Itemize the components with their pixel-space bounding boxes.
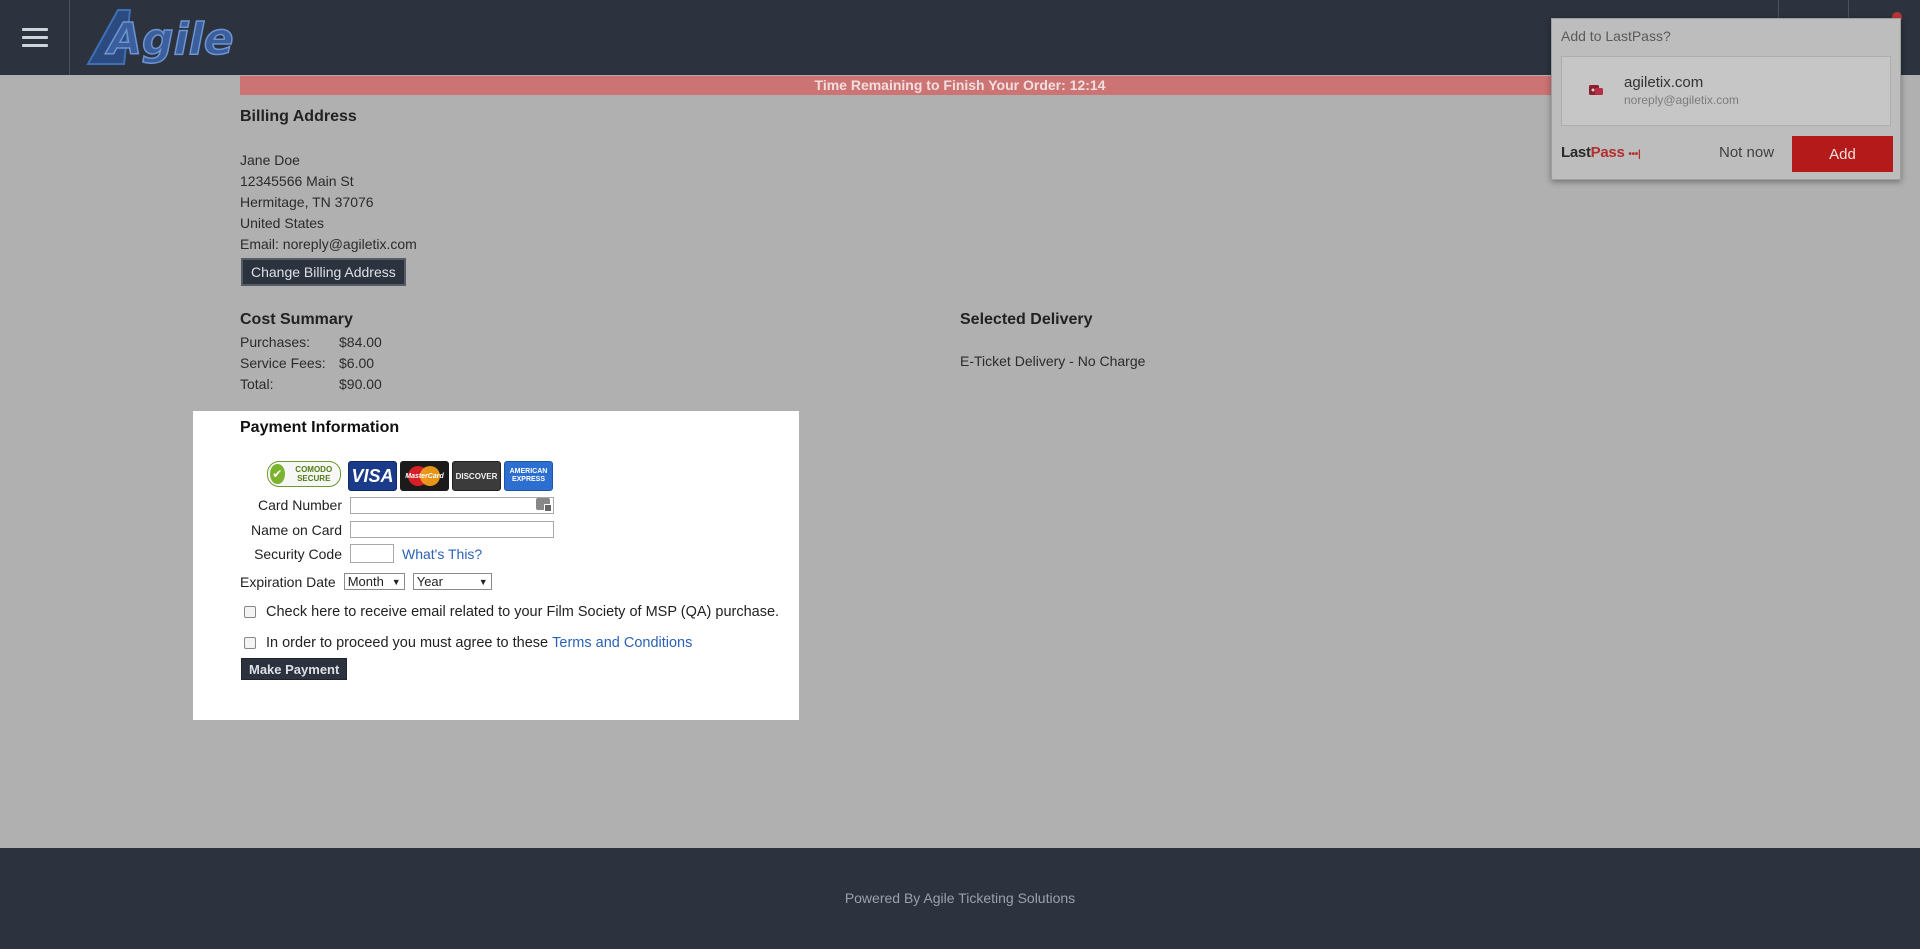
whats-this-link[interactable]: What's This? — [402, 546, 482, 562]
agile-logo[interactable]: Agile — [80, 4, 240, 70]
lastpass-add-button[interactable]: Add — [1792, 136, 1893, 172]
email-opt-in-label: Check here to receive email related to y… — [266, 604, 780, 620]
billing-name: Jane Doe — [240, 152, 300, 168]
cost-row: Total: $90.00 — [240, 374, 382, 395]
comodo-badge-text: COMODO SECURE — [295, 465, 333, 483]
lastpass-site: agiletix.com — [1624, 74, 1704, 91]
lastpass-save-popup: Add to LastPass? agiletix.com noreply@ag… — [1551, 18, 1901, 180]
cost-row: Purchases: $84.00 — [240, 332, 382, 353]
lastpass-logo: LastPass •••| — [1561, 144, 1641, 161]
site-favicon-icon — [1589, 85, 1603, 95]
page-footer: Powered By Agile Ticketing Solutions — [0, 848, 1920, 949]
cost-value: $90.00 — [339, 376, 382, 392]
cost-value: $84.00 — [339, 334, 382, 350]
email-opt-in-row: Check here to receive email related to y… — [244, 604, 779, 620]
billing-address-title: Billing Address — [240, 108, 357, 125]
footer-powered-by: Powered By Agile Ticketing Solutions — [844, 890, 1076, 906]
payment-information-title: Payment Information — [240, 419, 400, 436]
lastpass-entry[interactable]: agiletix.com noreply@agiletix.com — [1561, 56, 1891, 126]
billing-country: United States — [240, 215, 325, 231]
expiration-date-label: Expiration Date — [240, 573, 336, 590]
cost-value: $6.00 — [339, 355, 375, 371]
security-code-input[interactable] — [350, 544, 394, 563]
cost-summary-title: Cost Summary — [240, 311, 353, 328]
hamburger-menu-icon[interactable] — [0, 0, 70, 75]
name-on-card-row: Name on Card — [240, 521, 554, 538]
lastpass-username: noreply@agiletix.com — [1624, 93, 1739, 107]
cost-label: Service Fees: — [240, 355, 326, 371]
card-number-input[interactable] — [350, 496, 554, 514]
expiration-month-select[interactable]: Month ▼ — [343, 573, 405, 590]
change-billing-address-button[interactable]: Change Billing Address — [241, 258, 406, 286]
card-number-wrap — [350, 496, 554, 514]
cost-summary-table: Purchases: $84.00 Service Fees: $6.00 To… — [240, 332, 382, 395]
terms-label: In order to proceed you must agree to th… — [266, 635, 549, 651]
terms-and-conditions-link[interactable]: Terms and Conditions — [552, 635, 692, 651]
billing-city: Hermitage, TN 37076 — [240, 194, 374, 210]
cost-label: Total: — [240, 376, 274, 392]
order-timer-bar: Time Remaining to Finish Your Order: 12:… — [240, 76, 1680, 95]
cost-row: Service Fees: $6.00 — [240, 353, 382, 374]
lastpass-popup-title: Add to LastPass? — [1561, 28, 1671, 44]
name-on-card-label: Name on Card — [250, 521, 342, 538]
payment-information-panel: Payment Information ✔ COMODO SECURE VISA… — [193, 411, 799, 720]
lastpass-not-now-button[interactable]: Not now — [1719, 144, 1774, 161]
name-on-card-input[interactable] — [350, 521, 554, 538]
billing-email: Email: noreply@agiletix.com — [240, 236, 417, 252]
billing-address-block: Jane Doe 12345566 Main St Hermitage, TN … — [240, 150, 417, 255]
security-code-label: Security Code — [254, 545, 342, 562]
amex-card-icon: AMERICAN EXPRESS — [504, 461, 553, 491]
credit-card-autofill-icon[interactable] — [536, 498, 552, 512]
email-opt-in-checkbox[interactable] — [244, 606, 256, 618]
visa-card-icon: VISA — [348, 461, 397, 491]
discover-card-icon: DISCOVER — [452, 461, 501, 491]
mastercard-icon: MasterCard — [400, 461, 449, 491]
selected-delivery-title: Selected Delivery — [960, 311, 1093, 328]
accepted-cards: VISA MasterCard DISCOVER AMERICAN EXPRES… — [348, 461, 553, 491]
dropdown-arrow-icon: ▼ — [478, 576, 488, 587]
thumbs-up-icon: ✔ — [270, 464, 285, 484]
card-number-row: Card Number — [240, 496, 554, 514]
terms-row: In order to proceed you must agree to th… — [244, 635, 692, 651]
comodo-secure-badge: ✔ COMODO SECURE — [267, 461, 341, 487]
cost-label: Purchases: — [240, 334, 311, 350]
security-code-row: Security Code What's This? — [240, 544, 482, 563]
billing-street: 12345566 Main St — [240, 173, 354, 189]
terms-checkbox[interactable] — [244, 637, 256, 649]
card-number-label: Card Number — [257, 496, 342, 513]
expiration-year-select[interactable]: Year ▼ — [412, 573, 492, 590]
make-payment-button[interactable]: Make Payment — [241, 658, 348, 680]
dropdown-arrow-icon: ▼ — [391, 576, 401, 587]
delivery-method: E-Ticket Delivery - No Charge — [960, 353, 1146, 369]
svg-text:Agile: Agile — [105, 14, 234, 65]
expiration-date-row: Expiration Date Month ▼ Year ▼ — [240, 573, 492, 590]
